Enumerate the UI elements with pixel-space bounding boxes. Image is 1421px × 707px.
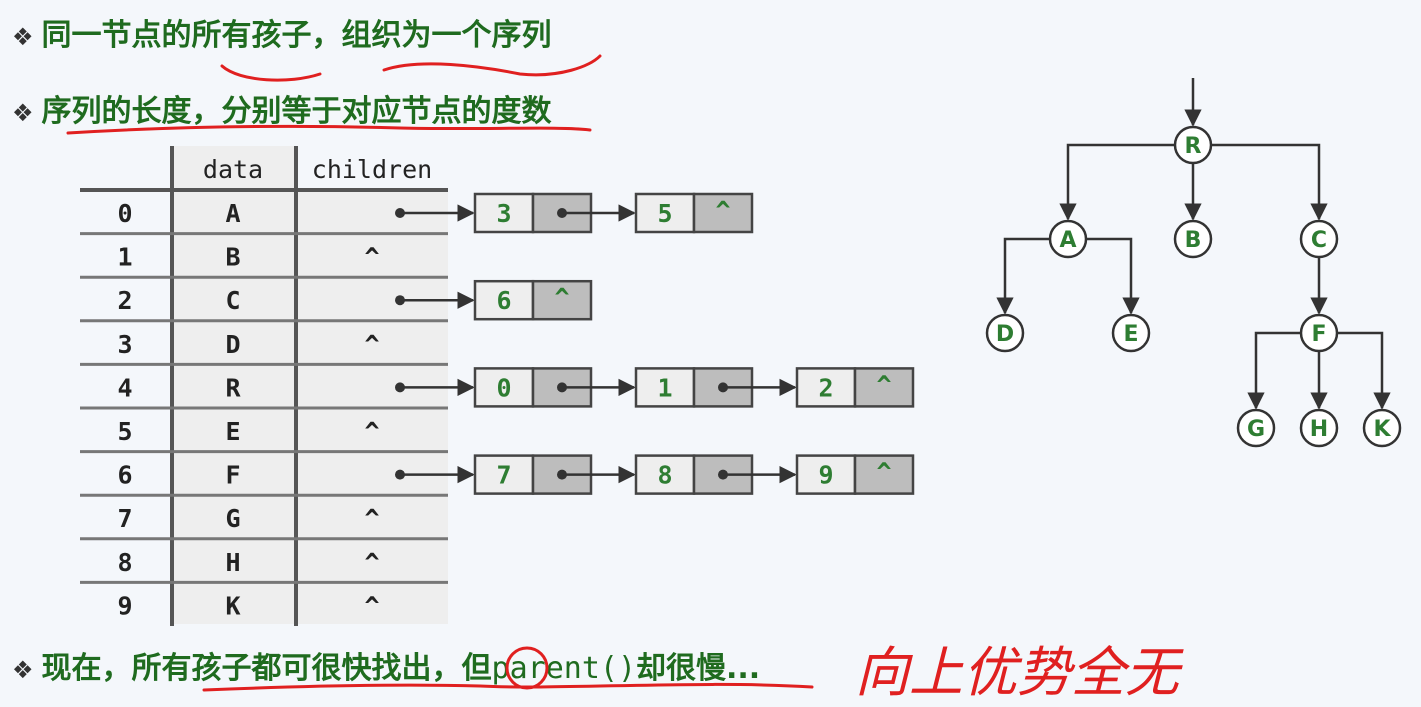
list-null-symbol: ^: [715, 196, 730, 225]
tree-node-label: G: [1247, 417, 1265, 442]
row-children-null: ^: [364, 548, 379, 577]
row-index: 6: [117, 461, 132, 490]
list-node-value: 8: [657, 461, 672, 490]
row-data: K: [225, 591, 240, 620]
underline-1: [220, 64, 322, 82]
row-index: 8: [117, 548, 132, 577]
row-data: C: [225, 286, 240, 315]
row-index: 9: [117, 591, 132, 620]
tree-node-label: B: [1185, 228, 1202, 253]
list-node-value: 0: [496, 373, 511, 402]
tree-node-label: A: [1059, 228, 1076, 253]
tree-node-label: K: [1373, 417, 1391, 442]
row-data: A: [225, 199, 240, 228]
row-data: H: [225, 548, 240, 577]
row-index: 7: [117, 504, 132, 533]
list-node-value: 1: [657, 373, 672, 402]
list-node-value: 3: [496, 199, 511, 228]
row-index: 4: [117, 373, 132, 402]
underline-3: [66, 124, 592, 135]
list-node-value: 7: [496, 461, 511, 490]
row-children-null: ^: [364, 504, 379, 533]
list-node-value: 9: [818, 461, 833, 490]
row-index: 1: [117, 243, 132, 272]
row-data: E: [225, 417, 240, 446]
table: data children 0 A 1 B ^ 2 C 3 D ^ 4 R 5 E ^ 6 F 7 G ^ 8 H ^ 9 K ^: [80, 146, 448, 626]
list-node-value: 2: [818, 373, 833, 402]
tree-node-label: R: [1185, 134, 1202, 159]
list-node-value: 6: [496, 286, 511, 315]
row-children-null: ^: [364, 330, 379, 359]
tree-edge: [1211, 143, 1328, 221]
child-lists: 3 5 ^ 6 ^ 0 1 2 ^ 7 8 9 ^: [395, 192, 915, 495]
row-data: B: [225, 243, 240, 272]
tree-edge: [1337, 331, 1391, 410]
list-node-value: 5: [657, 199, 672, 228]
underline-2: [382, 54, 602, 77]
underline-4: [202, 682, 814, 692]
header-children: children: [312, 155, 432, 184]
row-index: 3: [117, 330, 132, 359]
tree: R A B C D E F G H K: [985, 78, 1402, 448]
list-null-symbol: ^: [876, 370, 891, 399]
tree-node-label: F: [1311, 322, 1326, 347]
tree-edge: [1059, 143, 1175, 221]
tree-edge: [1247, 331, 1301, 410]
tree-edge: [1086, 237, 1140, 315]
row-children-null: ^: [364, 417, 379, 446]
list-null-symbol: ^: [876, 458, 891, 487]
row-data: G: [225, 504, 240, 533]
row-children-null: ^: [364, 243, 379, 272]
row-children-null: ^: [364, 591, 379, 620]
tree-edge: [996, 237, 1050, 315]
row-data: F: [225, 461, 240, 490]
tree-node-label: D: [996, 322, 1014, 347]
tree-node-label: C: [1311, 228, 1327, 253]
list-null-symbol: ^: [554, 283, 569, 312]
row-data: D: [225, 330, 240, 359]
tree-node-label: E: [1123, 322, 1138, 347]
row-index: 5: [117, 417, 132, 446]
row-data: R: [225, 373, 241, 402]
header-data: data: [203, 155, 263, 184]
circle-annotation: [505, 646, 549, 690]
tree-node-label: H: [1310, 417, 1328, 442]
child-list-diagram: data children 0 A 1 B ^ 2 C 3 D ^ 4 R 5 E ^ 6 F 7 G ^ 8 H ^ 9 K ^…: [66, 54, 1402, 692]
row-index: 0: [117, 199, 132, 228]
row-index: 2: [117, 286, 132, 315]
